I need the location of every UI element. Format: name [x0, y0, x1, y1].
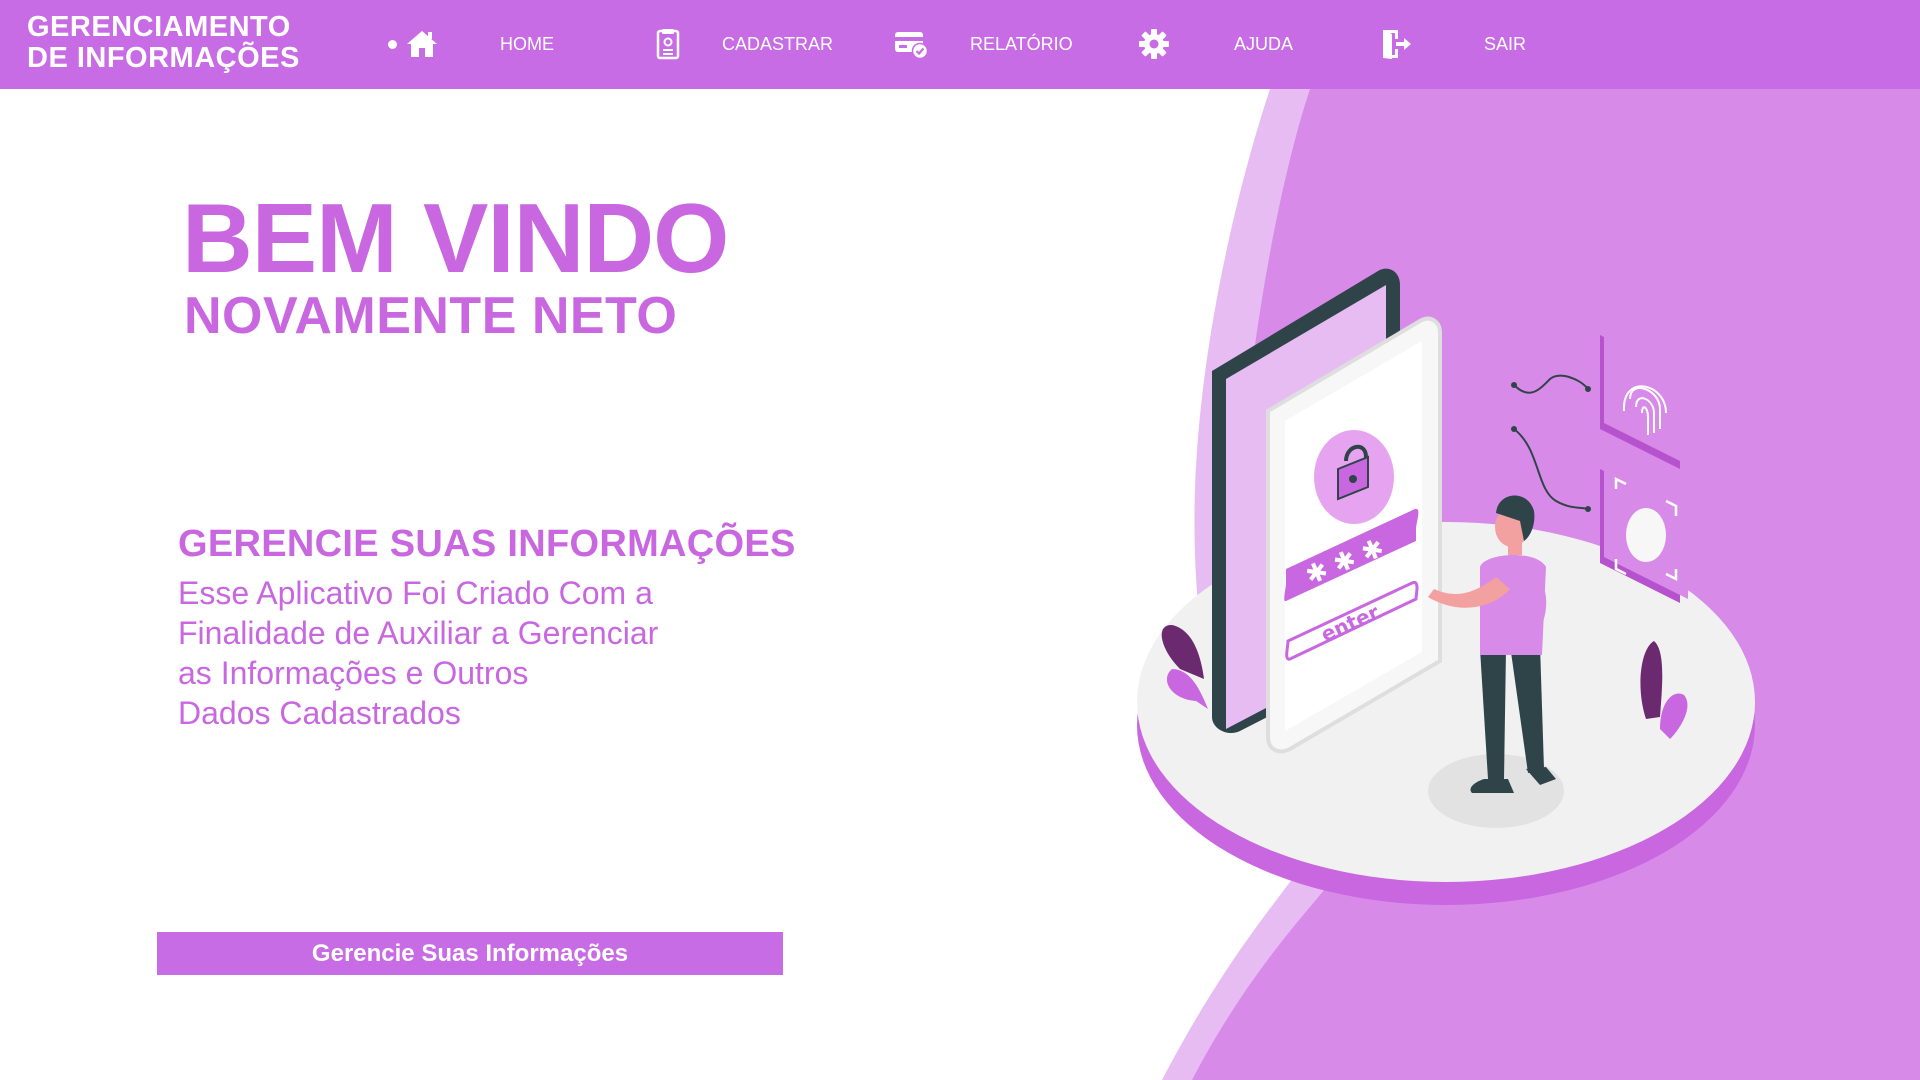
- nav-relatorio-label[interactable]: RELATÓRIO: [970, 33, 1073, 55]
- gear-icon[interactable]: [1136, 26, 1172, 62]
- nav-ajuda[interactable]: AJUDA: [1136, 0, 1316, 89]
- app-description: Esse Aplicativo Foi Criado Com a Finalid…: [178, 573, 818, 733]
- section-heading: GERENCIE SUAS INFORMAÇÕES: [178, 523, 796, 565]
- logout-icon[interactable]: [1378, 26, 1414, 62]
- description-line: Dados Cadastrados: [178, 695, 461, 731]
- nav-ajuda-label[interactable]: AJUDA: [1234, 33, 1293, 55]
- nav-cadastrar[interactable]: CADASTRAR: [650, 0, 850, 89]
- brand-line-2: DE INFORMAÇÕES: [27, 42, 300, 74]
- app-brand: GERENCIAMENTO DE INFORMAÇÕES: [27, 12, 327, 74]
- description-line: as Informações e Outros: [178, 655, 529, 691]
- nav-relatorio[interactable]: RELATÓRIO: [893, 0, 1093, 89]
- nav-home[interactable]: HOME: [400, 0, 580, 89]
- card-check-icon[interactable]: [893, 26, 929, 62]
- brand-line-1: GERENCIAMENTO: [27, 11, 291, 43]
- document-icon[interactable]: [650, 26, 686, 62]
- description-line: Esse Aplicativo Foi Criado Com a: [178, 575, 653, 611]
- home-icon[interactable]: [404, 26, 440, 62]
- description-line: Finalidade de Auxiliar a Gerenciar: [178, 615, 659, 651]
- nav-home-label[interactable]: HOME: [500, 33, 554, 55]
- nav-cadastrar-label[interactable]: CADASTRAR: [722, 33, 833, 55]
- active-indicator-dot: [388, 40, 397, 49]
- nav-sair[interactable]: SAIR: [1378, 0, 1538, 89]
- nav-sair-label[interactable]: SAIR: [1484, 33, 1526, 55]
- welcome-title: BEM VINDO: [182, 183, 729, 293]
- top-navbar: GERENCIAMENTO DE INFORMAÇÕES HOME CADAST…: [0, 0, 1920, 89]
- manage-info-button[interactable]: Gerencie Suas Informações: [157, 932, 783, 975]
- welcome-subtitle: NOVAMENTE NETO: [184, 287, 678, 345]
- security-login-illustration: ✱ ✱ ✱ enter: [1137, 89, 1920, 1080]
